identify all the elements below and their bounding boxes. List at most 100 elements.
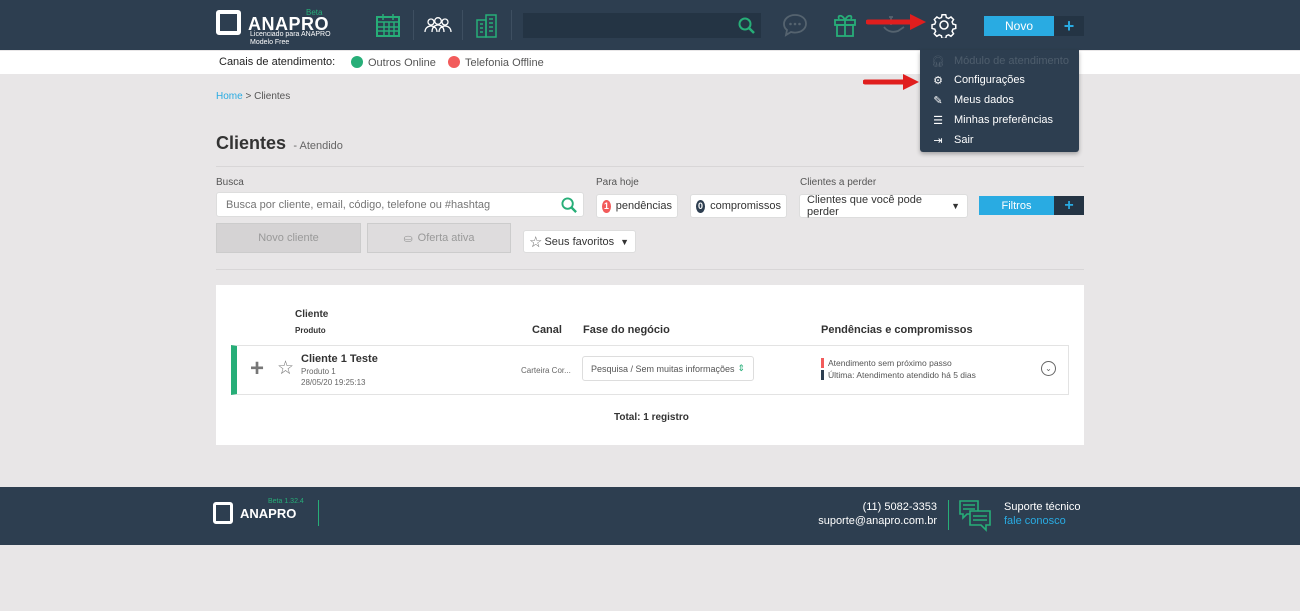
channel-telefonia[interactable]: Telefonia Offline — [448, 56, 544, 69]
novo-button[interactable]: Novo — [984, 16, 1054, 36]
header-search-input[interactable] — [523, 13, 733, 38]
client-name[interactable]: Cliente 1 Teste — [301, 353, 378, 365]
client-canal: Carteira Cor... — [521, 366, 571, 375]
footer-logo: ANAPRO — [240, 506, 297, 521]
favoritos-label: Seus favoritos — [544, 235, 615, 248]
footer-email[interactable]: suporte@anapro.com.br — [818, 515, 937, 527]
users-icon[interactable] — [423, 12, 453, 38]
client-produto: Produto 1 — [301, 367, 336, 376]
search-icon[interactable] — [737, 16, 757, 36]
filtros-button[interactable]: Filtros — [979, 196, 1054, 215]
footer-phone: (11) 5082-3353 — [862, 501, 937, 513]
para-hoje-label: Para hoje — [596, 177, 639, 188]
table-row[interactable]: + ☆ Cliente 1 Teste Produto 1 28/05/20 1… — [231, 345, 1069, 395]
plus-icon: + — [1064, 196, 1074, 214]
plus-icon: + — [1063, 15, 1075, 36]
oferta-ativa-button[interactable]: ⛀ Oferta ativa — [367, 223, 511, 253]
breadcrumb-home[interactable]: Home — [216, 91, 243, 102]
breadcrumb-current: Clientes — [254, 91, 291, 102]
top-header: ANAPRO Beta Licenciado para ANAPRO Model… — [0, 0, 1300, 50]
novo-label: Novo — [1004, 19, 1033, 33]
expand-plus-icon[interactable]: + — [250, 355, 264, 383]
filtros-plus-button[interactable]: + — [1054, 196, 1084, 215]
channels-label: Canais de atendimento: — [219, 56, 336, 68]
clientes-perder-select[interactable]: Clientes que você pode perder ▼ — [799, 194, 968, 218]
chat-icon[interactable] — [781, 11, 809, 39]
online-status-icon — [351, 56, 363, 68]
novo-cliente-button[interactable]: Novo cliente — [216, 223, 361, 253]
divider — [216, 166, 1084, 167]
header-produto: Produto — [295, 326, 326, 335]
annotation-arrow — [866, 14, 926, 30]
footer-version: Beta 1.32.4 — [268, 498, 304, 505]
menu-label: Sair — [954, 134, 974, 146]
busca-label: Busca — [216, 177, 244, 188]
dark-marker — [821, 370, 824, 380]
plan-text: Modelo Free — [250, 39, 290, 46]
menu-modulo-atendimento[interactable]: 🎧︎ Módulo de atendimento — [930, 51, 1069, 71]
menu-configuracoes[interactable]: ⚙ Configurações — [930, 70, 1025, 90]
novo-cliente-label: Novo cliente — [258, 232, 319, 244]
annotation-arrow — [863, 74, 919, 90]
red-marker — [821, 358, 824, 368]
gift-icon[interactable] — [831, 11, 859, 39]
headset-icon: 🎧︎ — [931, 55, 945, 68]
pendencias-count: 1 — [602, 199, 611, 213]
fase-value: Pesquisa / Sem muitas informações — [591, 363, 735, 374]
user-edit-icon: ✎ — [933, 94, 943, 107]
client-date: 28/05/20 19:25:13 — [301, 378, 366, 387]
filtros-label: Filtros — [1001, 199, 1032, 212]
perder-label: Clientes a perder — [800, 177, 877, 188]
menu-label: Módulo de atendimento — [954, 55, 1069, 67]
channel-outros[interactable]: Outros Online — [351, 56, 436, 69]
favoritos-dropdown[interactable]: ☆ Seus favoritos ▼ — [523, 230, 636, 253]
pendencias-button[interactable]: 1 pendências — [596, 194, 678, 218]
license-text: Licenciado para ANAPRO — [250, 31, 331, 38]
footer-logo-mark-icon — [213, 502, 233, 524]
pendencia-text: Atendimento sem próximo passo — [828, 358, 952, 368]
breadcrumb: Home > Clientes — [216, 91, 290, 102]
support-link[interactable]: fale conosco — [1004, 515, 1066, 527]
channel-label: Outros Online — [368, 57, 436, 69]
sign-out-icon: ⇥ — [933, 134, 943, 147]
beta-tag: Beta — [306, 8, 323, 17]
pendencias-label: pendências — [615, 200, 672, 212]
menu-meus-dados[interactable]: ✎ Meus dados — [930, 90, 1014, 110]
hand-offer-icon: ⛀ — [403, 232, 413, 245]
favorite-star-icon[interactable]: ☆ — [277, 357, 294, 380]
logo[interactable]: ANAPRO Beta Licenciado para ANAPRO Model… — [216, 8, 346, 48]
perder-value: Clientes que você pode perder — [807, 194, 922, 218]
oferta-ativa-label: Oferta ativa — [417, 232, 475, 244]
chevron-down-circle-icon[interactable]: ⌄ — [1041, 361, 1056, 376]
support-title: Suporte técnico — [1004, 501, 1081, 513]
menu-label: Configurações — [954, 74, 1025, 86]
gear-icon[interactable] — [929, 10, 959, 40]
logo-mark-icon — [216, 10, 241, 35]
menu-minhas-preferencias[interactable]: ☰ Minhas preferências — [930, 110, 1053, 130]
caret-down-icon: ▼ — [620, 236, 630, 247]
total-records: Total: 1 registro — [614, 412, 689, 423]
compromissos-button[interactable]: 0 compromissos — [690, 194, 787, 218]
channel-bar: Canais de atendimento: Outros Online Tel… — [0, 51, 1300, 74]
menu-sair[interactable]: ⇥ Sair — [930, 130, 974, 150]
clients-table: Cliente Produto Canal Fase do negócio Pe… — [216, 285, 1084, 445]
buildings-icon[interactable] — [474, 11, 500, 39]
offline-status-icon — [448, 56, 460, 68]
sliders-icon: ☰ — [933, 114, 943, 127]
fase-select[interactable]: Pesquisa / Sem muitas informações ⇕ — [582, 356, 754, 381]
busca-input[interactable] — [217, 193, 547, 216]
star-icon: ☆ — [529, 233, 543, 251]
busca-field[interactable] — [216, 192, 584, 217]
header-canal: Canal — [532, 324, 562, 336]
caret-down-icon: ▼ — [951, 201, 960, 211]
breadcrumb-sep: > — [242, 91, 255, 102]
user-menu: 🎧︎ Módulo de atendimento ⚙ Configurações ✎… — [920, 50, 1079, 152]
updown-icon: ⇕ — [737, 363, 745, 373]
search-icon[interactable] — [559, 195, 579, 215]
novo-plus-button[interactable]: + — [1054, 16, 1084, 36]
gears-icon: ⚙ — [933, 74, 943, 87]
header-search[interactable] — [523, 13, 761, 38]
ultima-text: Última: Atendimento atendido há 5 dias — [828, 370, 976, 380]
calendar-icon[interactable] — [374, 12, 402, 38]
compromissos-label: compromissos — [710, 200, 781, 212]
